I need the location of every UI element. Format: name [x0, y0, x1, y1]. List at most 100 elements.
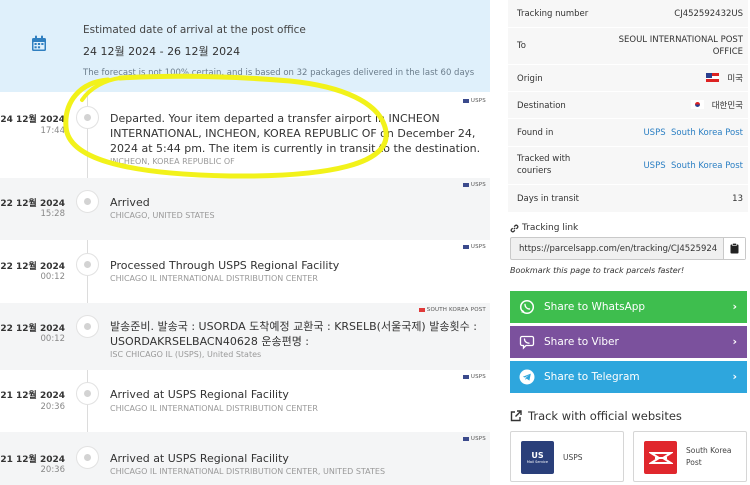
tracking-link-field[interactable]: https://parcelsapp.com/en/tracking/CJ452… — [510, 237, 746, 260]
share-viber-label: Share to Viber — [544, 336, 619, 348]
eta-title: Estimated date of arrival at the post of… — [83, 24, 306, 36]
viber-icon — [518, 333, 536, 351]
carrier-name: USPS — [470, 244, 486, 250]
timeline-dot — [76, 446, 99, 469]
timeline-event: USPS 21 12월 2024 20:36 Arrived at USPS R… — [0, 370, 490, 432]
usps-name: USPS — [563, 453, 583, 462]
timeline-event: USPS 24 12월 2024 17:44 Departed. Your it… — [0, 92, 490, 178]
event-location: INCHEON, KOREA REPUBLIC OF — [110, 157, 235, 166]
event-date: 24 12월 2024 — [0, 115, 65, 125]
tracked-with-usps-link[interactable]: USPS — [643, 161, 665, 171]
timeline-event: USPS 21 12월 2024 20:36 Arrived at USPS R… — [0, 432, 490, 485]
event-time: 15:28 — [40, 209, 66, 219]
origin-country: 미국 — [727, 74, 743, 84]
timeline-dot — [76, 253, 99, 276]
carrier-badge: USPS — [462, 98, 486, 104]
share-telegram-button[interactable]: Share to Telegram › — [510, 361, 747, 393]
share-viber-button[interactable]: Share to Viber › — [510, 326, 747, 358]
kr-flag-icon — [690, 100, 704, 109]
tracking-number-value[interactable]: CJ452592432US — [674, 8, 743, 20]
info-label: Origin — [517, 74, 543, 84]
tracking-link-label-text: Tracking link — [522, 223, 579, 233]
tracked-with-kpost-link[interactable]: South Korea Post — [671, 161, 743, 171]
carrier-badge: SOUTH KOREA POST — [418, 307, 486, 313]
korea-post-name: South Korea Post — [686, 445, 731, 469]
usps-logo-subtext: Mail Service — [526, 459, 549, 464]
event-time: 00:12 — [40, 334, 66, 344]
event-time: 17:44 — [40, 126, 66, 136]
event-time: 20:36 — [40, 402, 66, 412]
official-websites-heading: Track with official websites — [510, 409, 682, 423]
timeline-dot — [76, 382, 99, 405]
carrier-badge: USPS — [462, 182, 486, 188]
info-row-to: To SEOUL INTERNATIONAL POST OFFICE — [508, 28, 748, 65]
korea-post-name-line2: Post — [686, 458, 702, 467]
info-label: Days in transit — [517, 194, 579, 204]
timeline-dot — [76, 190, 99, 213]
info-row-destination: Destination 대한민국 — [508, 92, 748, 119]
tracked-with-value: USPS South Korea Post — [643, 160, 743, 172]
timeline-dot — [76, 106, 99, 129]
flag-icon — [462, 183, 469, 187]
event-date: 22 12월 2024 — [0, 324, 65, 334]
bookmark-hint: Bookmark this page to track parcels fast… — [510, 266, 685, 275]
flag-icon — [418, 308, 425, 312]
found-in-kpost-link[interactable]: South Korea Post — [671, 128, 743, 138]
to-value: SEOUL INTERNATIONAL POST OFFICE — [618, 35, 743, 57]
south-korea-post-official-link[interactable]: South Korea Post — [633, 431, 747, 482]
tracking-link-url[interactable]: https://parcelsapp.com/en/tracking/CJ452… — [519, 244, 717, 254]
info-row-tracked-with: Tracked with couriers USPS South Korea P… — [508, 147, 748, 185]
found-in-usps-link[interactable]: USPS — [643, 128, 665, 138]
carrier-badge: USPS — [462, 244, 486, 250]
event-location: CHICAGO IL INTERNATIONAL DISTRIBUTION CE… — [110, 467, 386, 476]
eta-date-range: 24 12월 2024 - 26 12월 2024 — [83, 45, 241, 58]
event-description: Arrived at USPS Regional Facility — [110, 388, 289, 401]
usps-logo: US Mail Service — [521, 441, 554, 474]
carrier-name: USPS — [470, 182, 486, 188]
info-label: Tracking number — [517, 9, 589, 19]
info-row-origin: Origin 미국 — [508, 65, 748, 92]
share-telegram-label: Share to Telegram — [544, 371, 640, 383]
eta-note: The forecast is not 100% certain, and is… — [83, 68, 475, 78]
event-date: 21 12월 2024 — [0, 391, 65, 401]
timeline-event: USPS 22 12월 2024 15:28 Arrived CHICAGO, … — [0, 178, 490, 240]
carrier-name: SOUTH KOREA POST — [426, 307, 486, 313]
korea-post-name-line1: South Korea — [686, 446, 732, 455]
event-date: 22 12월 2024 — [0, 199, 65, 209]
telegram-icon — [518, 368, 536, 386]
flag-icon — [462, 99, 469, 103]
share-whatsapp-button[interactable]: Share to WhatsApp › — [510, 291, 747, 323]
info-label: Destination — [517, 101, 566, 111]
chevron-right-icon: › — [732, 335, 737, 348]
info-row-found-in: Found in USPS South Korea Post — [508, 119, 748, 147]
info-label: Found in — [517, 128, 554, 138]
event-description: Arrived — [110, 196, 150, 209]
external-link-icon — [510, 410, 522, 422]
event-date: 22 12월 2024 — [0, 262, 65, 272]
korea-post-logo-icon — [648, 451, 673, 464]
event-time: 20:36 — [40, 465, 66, 475]
destination-value: 대한민국 — [690, 100, 743, 112]
event-description: Processed Through USPS Regional Facility — [110, 259, 340, 272]
usps-official-link[interactable]: US Mail Service USPS — [510, 431, 624, 482]
carrier-name: USPS — [470, 436, 486, 442]
official-websites-title: Track with official websites — [528, 409, 682, 423]
carrier-badge: USPS — [462, 374, 486, 380]
event-location: CHICAGO IL INTERNATIONAL DISTRIBUTION CE… — [110, 404, 318, 413]
origin-value: 미국 — [706, 73, 743, 85]
event-location: CHICAGO, UNITED STATES — [110, 211, 215, 220]
event-time: 00:12 — [40, 272, 66, 282]
korea-post-logo — [644, 441, 677, 474]
copy-button[interactable] — [723, 238, 745, 259]
whatsapp-icon — [518, 298, 536, 316]
carrier-badge: USPS — [462, 436, 486, 442]
eta-banner: Estimated date of arrival at the post of… — [0, 0, 490, 92]
usps-logo-text: US — [531, 450, 544, 460]
calendar-icon — [32, 35, 46, 51]
timeline-event: SOUTH KOREA POST 22 12월 2024 00:12 발송준비.… — [0, 303, 490, 370]
event-date: 21 12월 2024 — [0, 455, 65, 465]
found-in-value: USPS South Korea Post — [643, 127, 743, 139]
event-description: 발송준비. 발송국 : USORDA 도착예정 교환국 : KRSELB(서울국… — [110, 320, 477, 348]
destination-country: 대한민국 — [711, 101, 743, 111]
info-label: To — [517, 41, 526, 51]
